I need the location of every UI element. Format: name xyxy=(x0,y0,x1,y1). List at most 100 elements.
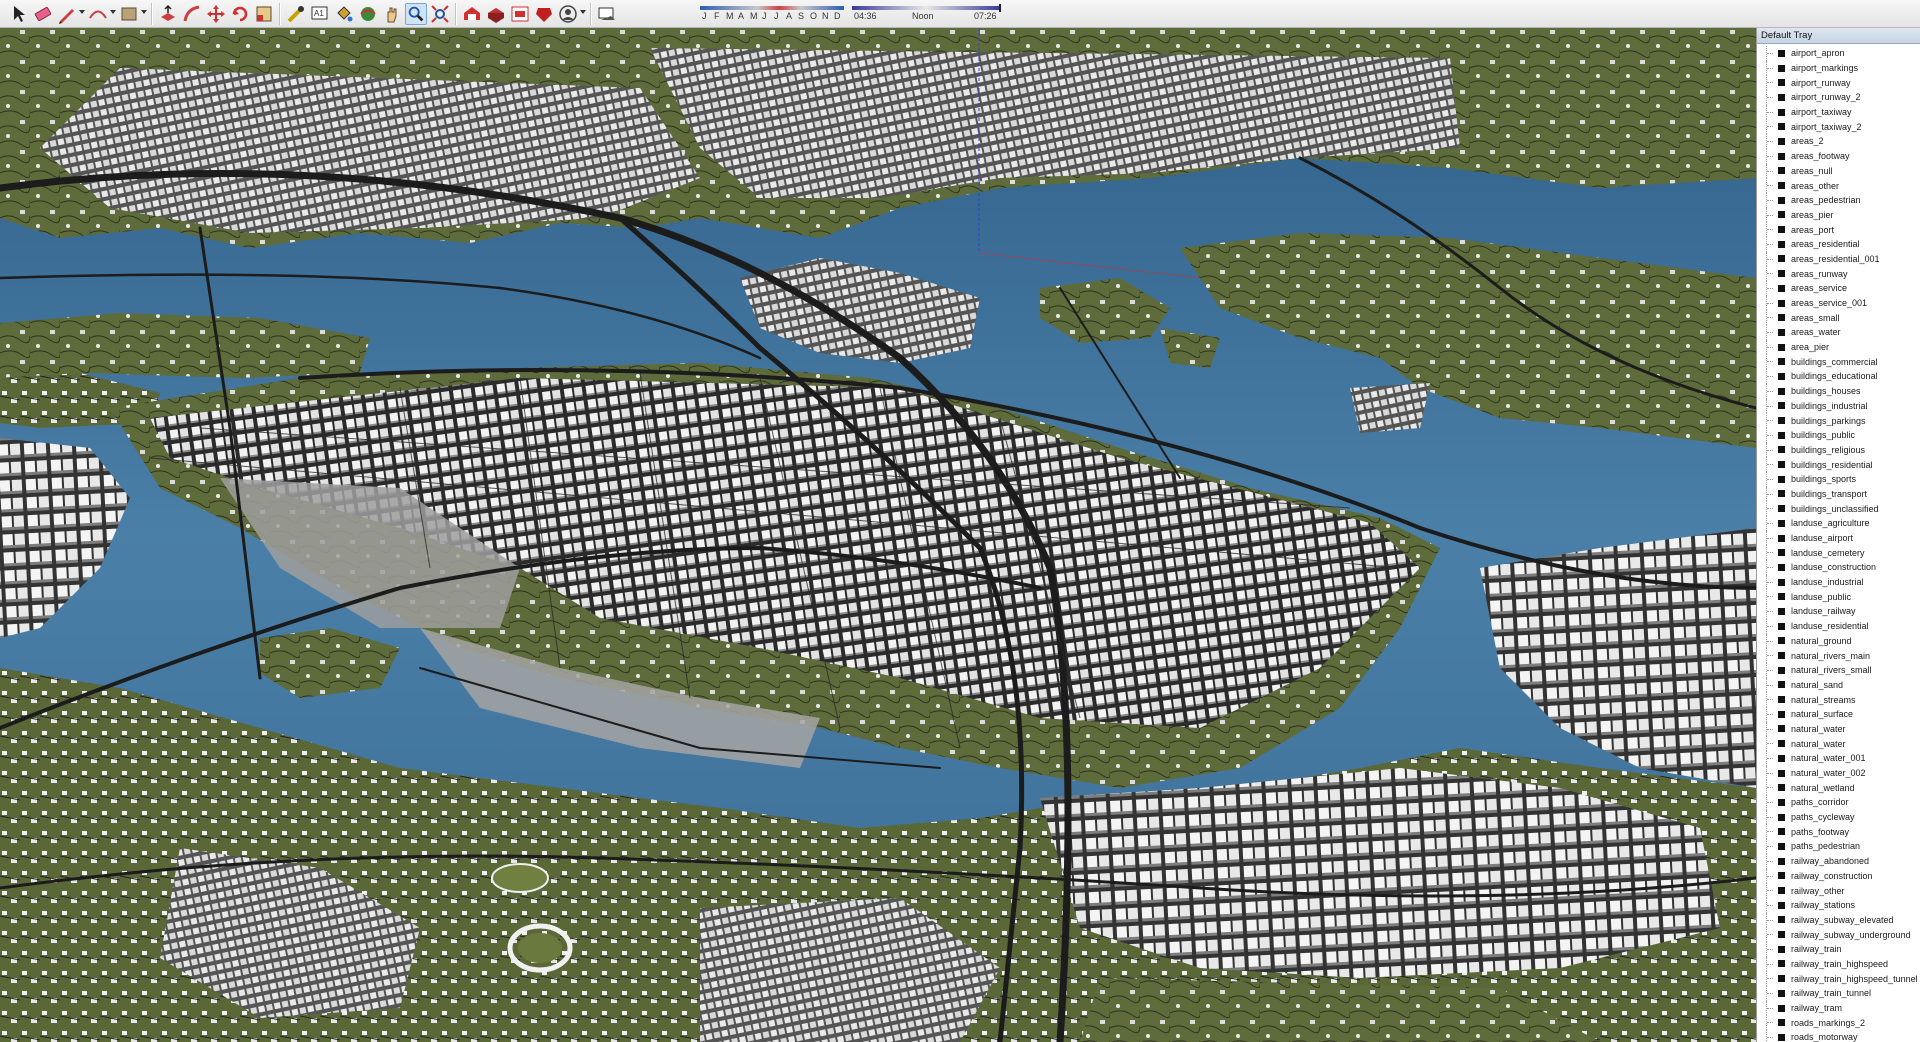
tag-visibility-icon[interactable] xyxy=(1778,887,1785,895)
tag-visibility-icon[interactable] xyxy=(1778,622,1785,630)
tag-visibility-icon[interactable] xyxy=(1778,387,1785,395)
tag-visibility-icon[interactable] xyxy=(1778,857,1785,865)
tag-visibility-icon[interactable] xyxy=(1778,211,1785,219)
tag-visibility-icon[interactable] xyxy=(1778,901,1785,909)
zoom-button[interactable] xyxy=(405,3,427,25)
tag-visibility-icon[interactable] xyxy=(1778,534,1785,542)
tag-item[interactable]: areas_small xyxy=(1757,310,1920,326)
tag-item[interactable]: airport_runway xyxy=(1757,75,1920,91)
tag-visibility-icon[interactable] xyxy=(1778,284,1785,292)
tag-visibility-icon[interactable] xyxy=(1778,505,1785,513)
tag-visibility-icon[interactable] xyxy=(1778,945,1785,953)
tag-item[interactable]: buildings_transport xyxy=(1757,486,1920,502)
tape-measure-button[interactable] xyxy=(285,3,307,25)
tag-item[interactable]: paths_footway xyxy=(1757,824,1920,840)
paint-bucket-button[interactable] xyxy=(333,3,355,25)
tag-item[interactable]: landuse_railway xyxy=(1757,604,1920,619)
tag-item[interactable]: landuse_agriculture xyxy=(1757,516,1920,531)
tag-item[interactable]: airport_taxiway_2 xyxy=(1757,119,1920,135)
tag-item[interactable]: landuse_residential xyxy=(1757,618,1920,634)
tag-visibility-icon[interactable] xyxy=(1778,79,1785,87)
tag-visibility-icon[interactable] xyxy=(1778,167,1785,175)
tag-item[interactable]: airport_taxiway xyxy=(1757,104,1920,120)
tag-visibility-icon[interactable] xyxy=(1778,916,1785,924)
send-to-layout-button[interactable] xyxy=(509,3,531,25)
tag-item[interactable]: natural_rivers_main xyxy=(1757,648,1920,663)
tag-visibility-icon[interactable] xyxy=(1778,49,1785,57)
tag-item[interactable]: airport_apron xyxy=(1757,46,1920,61)
tag-item[interactable]: paths_cycleway xyxy=(1757,809,1920,825)
tag-item[interactable]: areas_service xyxy=(1757,281,1920,296)
move-button[interactable] xyxy=(205,3,227,25)
tag-item[interactable]: railway_abandoned xyxy=(1757,853,1920,869)
tag-item[interactable]: buildings_commercial xyxy=(1757,354,1920,370)
tag-item[interactable]: areas_service_001 xyxy=(1757,295,1920,311)
tag-item[interactable]: airport_markings xyxy=(1757,60,1920,76)
dropdown-caret-icon[interactable] xyxy=(141,10,147,14)
tag-item[interactable]: areas_runway xyxy=(1757,266,1920,281)
tag-visibility-icon[interactable] xyxy=(1778,240,1785,248)
tag-visibility-icon[interactable] xyxy=(1778,255,1785,263)
tag-visibility-icon[interactable] xyxy=(1778,343,1785,351)
tag-visibility-icon[interactable] xyxy=(1778,314,1785,322)
tag-visibility-icon[interactable] xyxy=(1778,607,1785,615)
tag-visibility-icon[interactable] xyxy=(1778,108,1785,116)
arc-button[interactable] xyxy=(87,3,109,25)
tag-visibility-icon[interactable] xyxy=(1778,725,1785,733)
tag-item[interactable]: landuse_airport xyxy=(1757,530,1920,546)
tag-visibility-icon[interactable] xyxy=(1778,519,1785,527)
tag-visibility-icon[interactable] xyxy=(1778,842,1785,850)
tag-item[interactable]: areas_water xyxy=(1757,325,1920,340)
tag-item[interactable]: railway_train xyxy=(1757,941,1920,957)
eraser-button[interactable] xyxy=(32,3,54,25)
tag-item[interactable]: buildings_industrial xyxy=(1757,398,1920,414)
tag-item[interactable]: areas_residential_001 xyxy=(1757,251,1920,267)
scale-button[interactable] xyxy=(253,3,275,25)
tag-item[interactable]: natural_ground xyxy=(1757,633,1920,649)
tag-item[interactable]: natural_water xyxy=(1757,721,1920,737)
tag-item[interactable]: area_pier xyxy=(1757,339,1920,355)
rectangle-button[interactable] xyxy=(118,3,140,25)
tag-item[interactable]: buildings_sports xyxy=(1757,471,1920,487)
select-arrow-button[interactable] xyxy=(8,3,30,25)
tag-item[interactable]: paths_corridor xyxy=(1757,795,1920,810)
tag-item[interactable]: buildings_residential xyxy=(1757,457,1920,472)
tag-visibility-icon[interactable] xyxy=(1778,358,1785,366)
tag-item[interactable]: railway_train_highspeed_tunnel xyxy=(1757,971,1920,986)
tag-visibility-icon[interactable] xyxy=(1778,1033,1785,1041)
time-slider-thumb[interactable] xyxy=(998,4,1001,12)
tag-item[interactable]: railway_train_tunnel xyxy=(1757,986,1920,1001)
city-model-render[interactable] xyxy=(0,28,1756,1042)
tag-item[interactable]: railway_stations xyxy=(1757,897,1920,913)
tag-visibility-icon[interactable] xyxy=(1778,578,1785,586)
extension-manager-button[interactable] xyxy=(533,3,555,25)
tag-visibility-icon[interactable] xyxy=(1778,475,1785,483)
month-slider-track[interactable] xyxy=(700,6,844,10)
tag-item[interactable]: areas_other xyxy=(1757,178,1920,193)
tag-item[interactable]: landuse_construction xyxy=(1757,560,1920,575)
tag-visibility-icon[interactable] xyxy=(1778,740,1785,748)
tag-visibility-icon[interactable] xyxy=(1778,666,1785,674)
tag-visibility-icon[interactable] xyxy=(1778,696,1785,704)
tag-item[interactable]: buildings_unclassified xyxy=(1757,501,1920,516)
dropdown-caret-icon[interactable] xyxy=(110,10,116,14)
tag-visibility-icon[interactable] xyxy=(1778,769,1785,777)
tag-item[interactable]: areas_footway xyxy=(1757,148,1920,164)
tag-visibility-icon[interactable] xyxy=(1778,872,1785,880)
tag-item[interactable]: paths_pedestrian xyxy=(1757,839,1920,854)
tag-item[interactable]: buildings_parkings xyxy=(1757,413,1920,428)
tag-visibility-icon[interactable] xyxy=(1778,1004,1785,1012)
tag-item[interactable]: landuse_cemetery xyxy=(1757,545,1920,561)
tag-visibility-icon[interactable] xyxy=(1778,431,1785,439)
tag-item[interactable]: buildings_religious xyxy=(1757,442,1920,458)
tray-title[interactable]: Default Tray xyxy=(1757,28,1920,44)
rotate-button[interactable] xyxy=(229,3,251,25)
tag-visibility-icon[interactable] xyxy=(1778,299,1785,307)
pan-hand-button[interactable] xyxy=(381,3,403,25)
tag-item[interactable]: areas_residential xyxy=(1757,236,1920,252)
tag-item[interactable]: railway_construction xyxy=(1757,868,1920,884)
tag-item[interactable]: areas_null xyxy=(1757,163,1920,179)
warehouse-button[interactable] xyxy=(461,3,483,25)
tag-visibility-icon[interactable] xyxy=(1778,64,1785,72)
tag-visibility-icon[interactable] xyxy=(1778,637,1785,645)
